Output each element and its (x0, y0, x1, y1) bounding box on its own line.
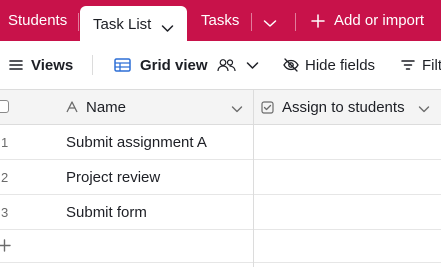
tab-divider (78, 13, 79, 31)
tab-students[interactable]: Students (8, 0, 67, 41)
table-row[interactable]: 3 Submit form (0, 195, 441, 230)
filter-icon (401, 59, 415, 71)
more-tables-button[interactable] (263, 15, 277, 33)
cell-name[interactable]: Submit assignment A (66, 125, 207, 159)
checkbox-field-icon (261, 100, 274, 114)
list-icon (9, 59, 23, 71)
table-row[interactable]: 1 Submit assignment A (0, 125, 441, 160)
tab-tasks[interactable]: Tasks (201, 0, 239, 41)
hide-fields-label: Hide fields (305, 56, 376, 74)
tab-students-label: Students (8, 12, 68, 29)
chevron-down-icon[interactable] (418, 101, 430, 119)
table-row[interactable]: 2 Project review (0, 160, 441, 195)
hide-fields-button[interactable]: Hide fields (283, 41, 375, 89)
column-assign-label: Assign to students (282, 98, 405, 116)
chevron-down-icon[interactable] (161, 20, 174, 37)
column-header-name[interactable]: Name (66, 90, 126, 124)
cell-name[interactable]: Project review (66, 160, 160, 194)
tab-task-list-label: Task List (93, 15, 152, 33)
toolbar-divider (92, 55, 93, 75)
base-tab-bar: Students Task List Tasks Add or import (0, 0, 441, 42)
tab-tasks-label: Tasks (201, 12, 240, 29)
view-toolbar: Views Grid view Hide fields Filt (0, 41, 441, 89)
row-number: 3 (1, 204, 9, 220)
select-all-checkbox[interactable] (0, 100, 9, 113)
chevron-down-icon[interactable] (231, 101, 243, 119)
eye-off-icon (283, 58, 299, 72)
views-label: Views (31, 56, 74, 74)
add-or-import-label: Add or import (334, 12, 425, 29)
grid-header: Name Assign to students (0, 89, 441, 125)
column-header-assign[interactable]: Assign to students (261, 90, 405, 124)
plus-icon (311, 13, 325, 28)
people-icon (216, 58, 236, 72)
chevron-down-icon (246, 61, 259, 70)
tab-divider (295, 13, 296, 31)
row-number: 1 (1, 134, 9, 150)
add-record-row[interactable] (0, 230, 441, 263)
plus-icon (0, 239, 11, 257)
filter-button[interactable]: Filt (401, 41, 441, 89)
grid-view-label: Grid view (140, 56, 208, 74)
records-grid: Name Assign to students 1 Submit assignm… (0, 89, 441, 267)
chevron-down-icon (263, 15, 277, 32)
cell-name[interactable]: Submit form (66, 195, 147, 229)
grid-icon (114, 58, 131, 72)
tab-divider (251, 13, 252, 31)
filter-label: Filt (422, 56, 441, 74)
tab-task-list[interactable]: Task List (80, 6, 187, 42)
row-number: 2 (1, 169, 9, 185)
text-field-icon (66, 101, 78, 113)
add-or-import-button[interactable]: Add or import (311, 0, 424, 41)
column-name-label: Name (86, 98, 127, 116)
grid-view-switcher[interactable]: Grid view (114, 41, 259, 89)
views-button[interactable]: Views (9, 41, 73, 89)
column-divider (253, 89, 254, 267)
